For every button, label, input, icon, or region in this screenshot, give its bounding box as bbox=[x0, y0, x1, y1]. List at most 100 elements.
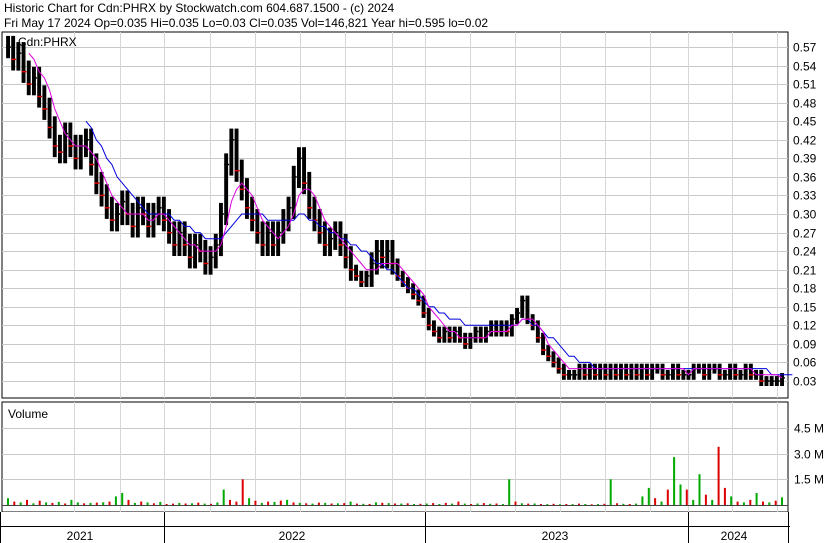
price-bar bbox=[219, 202, 223, 257]
volume-bar bbox=[184, 503, 187, 505]
volume-bar bbox=[736, 501, 739, 505]
volume-bar bbox=[292, 502, 295, 505]
volume-bar bbox=[311, 503, 314, 505]
volume-bar bbox=[159, 501, 162, 505]
price-bar bbox=[447, 326, 452, 343]
price-bar bbox=[515, 308, 519, 325]
price-bar bbox=[42, 85, 47, 120]
volume-bar bbox=[463, 503, 466, 505]
volume-tick-label: 4.5 M bbox=[794, 422, 824, 436]
volume-bar bbox=[406, 503, 409, 505]
volume-bar bbox=[400, 503, 403, 505]
price-bar bbox=[468, 332, 473, 349]
volume-bar bbox=[108, 501, 111, 505]
price-bar bbox=[260, 221, 265, 256]
volume-bar bbox=[565, 504, 568, 505]
price-tick-label: 0.21 bbox=[793, 264, 817, 278]
price-bar bbox=[593, 363, 597, 380]
volume-bar bbox=[578, 503, 580, 505]
volume-bar bbox=[723, 487, 726, 505]
price-bar bbox=[489, 320, 494, 337]
price-bar bbox=[198, 233, 203, 263]
volume-bar bbox=[660, 501, 663, 505]
volume-bar bbox=[127, 499, 130, 505]
volume-plot-frame bbox=[1, 401, 789, 513]
price-bar bbox=[634, 363, 639, 380]
volume-bar bbox=[527, 503, 530, 505]
price-bar bbox=[141, 196, 145, 226]
volume-bar bbox=[38, 500, 41, 505]
price-bar bbox=[84, 128, 88, 158]
volume-tick-label: 3.0 M bbox=[794, 448, 824, 462]
volume-bar bbox=[286, 499, 289, 505]
price-bar bbox=[21, 42, 26, 83]
price-bar bbox=[598, 363, 603, 380]
price-tick-label: 0.06 bbox=[793, 356, 817, 370]
price-bar bbox=[432, 320, 436, 337]
date-axis: 2021 2022 2023 2024 bbox=[0, 512, 830, 543]
price-bar bbox=[702, 363, 706, 380]
price-bar bbox=[109, 196, 114, 232]
price-tick-label: 0.48 bbox=[793, 97, 817, 111]
volume-bar bbox=[590, 504, 593, 505]
volume-bar bbox=[165, 504, 168, 505]
price-tick-label: 0.33 bbox=[793, 189, 817, 203]
price-bar bbox=[484, 326, 488, 343]
year-label: 2024 bbox=[721, 529, 748, 543]
volume-bar bbox=[241, 479, 244, 505]
volume-bar bbox=[343, 503, 346, 505]
price-bar bbox=[333, 221, 338, 250]
price-bar bbox=[619, 363, 623, 380]
volume-bar bbox=[546, 504, 549, 505]
volume-bar bbox=[13, 501, 16, 505]
volume-bar bbox=[755, 493, 758, 505]
price-bar bbox=[499, 320, 504, 337]
volume-bar bbox=[717, 446, 720, 505]
volume-bar bbox=[152, 503, 155, 505]
price-bar bbox=[411, 283, 416, 300]
volume-bar bbox=[476, 503, 479, 505]
volume-bar bbox=[140, 501, 143, 505]
price-bar bbox=[650, 363, 655, 380]
price-bar bbox=[717, 363, 722, 380]
price-bar bbox=[208, 246, 213, 275]
volume-bar bbox=[298, 502, 301, 505]
volume-bar bbox=[70, 499, 73, 505]
price-tick-label: 0.09 bbox=[793, 338, 817, 352]
price-bar bbox=[577, 363, 582, 380]
volume-bar bbox=[83, 503, 86, 505]
volume-bar bbox=[76, 502, 79, 505]
price-tick-label: 0.24 bbox=[793, 245, 817, 259]
volume-bar bbox=[114, 496, 117, 505]
price-bar bbox=[354, 264, 358, 281]
volume-bar bbox=[305, 503, 308, 505]
price-bar bbox=[587, 363, 592, 380]
volume-bar bbox=[133, 502, 136, 505]
volume-bar bbox=[51, 502, 54, 505]
price-tick-label: 0.57 bbox=[793, 41, 817, 55]
volume-bar bbox=[711, 499, 714, 505]
volume-bar bbox=[673, 457, 676, 505]
volume-bar bbox=[324, 502, 327, 505]
volume-bar bbox=[387, 503, 390, 505]
price-tick-label: 0.36 bbox=[793, 171, 817, 185]
volume-bar bbox=[26, 499, 28, 505]
volume-bar bbox=[197, 502, 200, 505]
volume-bar bbox=[432, 503, 435, 505]
price-bar bbox=[359, 270, 364, 287]
volume-bar bbox=[248, 498, 251, 505]
volume-bar bbox=[7, 498, 9, 505]
price-bar bbox=[608, 363, 613, 380]
price-bar bbox=[473, 326, 478, 343]
price-bar bbox=[582, 363, 587, 380]
volume-bar bbox=[178, 502, 181, 505]
volume-bar bbox=[32, 503, 35, 505]
volume-tick-label: 1.5 M bbox=[794, 473, 824, 487]
volume-bar bbox=[381, 502, 384, 505]
price-bar bbox=[629, 363, 634, 380]
volume-bar bbox=[57, 501, 60, 505]
volume-bar bbox=[222, 489, 225, 505]
volume-bar bbox=[279, 500, 282, 505]
volume-bar bbox=[355, 503, 358, 505]
price-bar bbox=[613, 363, 618, 380]
